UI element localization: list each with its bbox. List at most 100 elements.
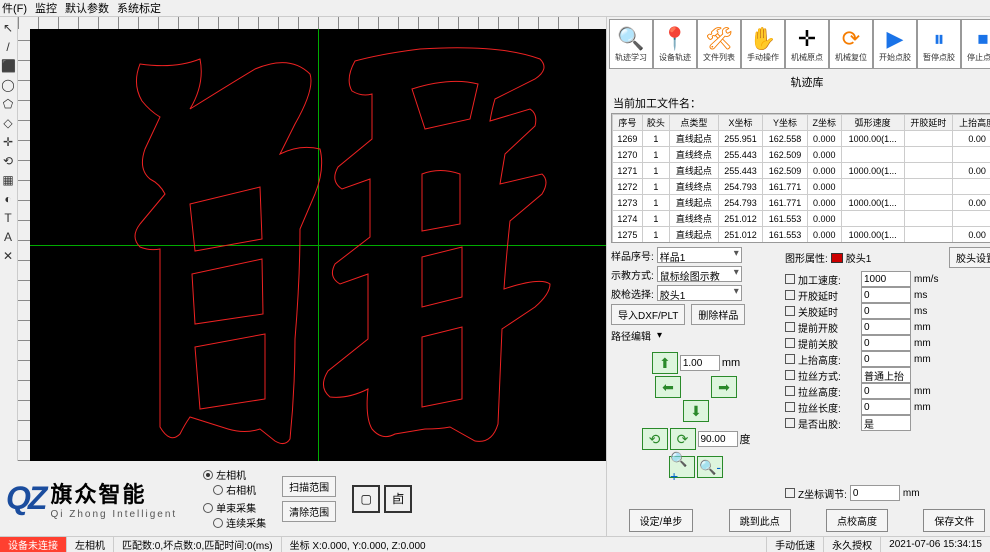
param-input-6[interactable] bbox=[861, 367, 911, 383]
bigbtn-机械原点[interactable]: ✛机械原点 bbox=[785, 19, 829, 69]
bigbtn-手动操作[interactable]: ✋手动操作 bbox=[741, 19, 785, 69]
jog-left[interactable]: ⬅ bbox=[655, 376, 681, 398]
ruler-vertical bbox=[18, 29, 30, 461]
canvas-footer: QZ 旗众智能 Qi Zhong Intelligent 左相机 右相机 单束采… bbox=[0, 461, 606, 536]
rotate-ccw[interactable]: ⟲ bbox=[642, 428, 668, 450]
radio-cont-capture[interactable] bbox=[213, 518, 223, 528]
menu-file[interactable]: 件(F) bbox=[2, 0, 27, 16]
table-row[interactable]: 12741直线终点251.012161.5530.000 bbox=[613, 211, 990, 227]
param-check-7[interactable] bbox=[785, 386, 795, 396]
bottom-button-row: 设定/单步 跳到此点 点校高度 保存文件 bbox=[607, 505, 990, 536]
z-adjust-check[interactable] bbox=[785, 488, 795, 498]
bigbtn-暂停点胶[interactable]: ⏸暂停点胶 bbox=[917, 19, 961, 69]
status-bar: 设备未连接 左相机 匹配数:0,坏点数:0,匹配时间:0(ms) 坐标 X:0.… bbox=[0, 536, 990, 552]
logo-cn: 旗众智能 bbox=[50, 477, 177, 509]
scan-range-button[interactable]: 扫描范围 bbox=[282, 476, 336, 497]
param-input-0[interactable] bbox=[861, 271, 911, 287]
calib-height-button[interactable]: 点校高度 bbox=[826, 509, 888, 532]
param-input-5[interactable] bbox=[861, 351, 911, 367]
radio-single-capture[interactable] bbox=[203, 503, 213, 513]
param-check-4[interactable] bbox=[785, 338, 795, 348]
menu-defaults[interactable]: 默认参数 bbox=[65, 0, 109, 16]
jog-up[interactable]: ⬆ bbox=[652, 352, 678, 374]
table-row[interactable]: 12721直线终点254.793161.7710.000 bbox=[613, 179, 990, 195]
import-button[interactable]: 导入DXF/PLT bbox=[611, 304, 685, 325]
menu-calib[interactable]: 系统标定 bbox=[117, 0, 161, 16]
radio-right-cam[interactable] bbox=[213, 485, 223, 495]
param-check-6[interactable] bbox=[785, 370, 795, 380]
bigbtn-轨迹学习[interactable]: 🔍轨迹学习 bbox=[609, 19, 653, 69]
tool-5[interactable]: ◇ bbox=[1, 116, 15, 130]
bigbtn-停止点胶[interactable]: ⏹停止点胶 bbox=[961, 19, 990, 69]
param-check-1[interactable] bbox=[785, 290, 795, 300]
status-auth: 永久授权 bbox=[823, 537, 880, 552]
tool-6[interactable]: ✛ bbox=[1, 135, 15, 149]
logo-mark: QZ bbox=[6, 480, 44, 517]
table-row[interactable]: 12691直线起点255.951162.5580.0001000.00(1...… bbox=[613, 131, 990, 147]
jog-down[interactable]: ⬇ bbox=[683, 400, 709, 422]
tool-9[interactable]: ◐ bbox=[1, 192, 15, 206]
menu-bar: 件(F) 监控 默认参数 系统标定 bbox=[0, 0, 990, 17]
zoom-out-icon[interactable]: 🔍- bbox=[697, 456, 723, 478]
jog-right[interactable]: ➡ bbox=[711, 376, 737, 398]
shape-color-swatch bbox=[831, 253, 843, 263]
set-step-button[interactable]: 设定/单步 bbox=[629, 509, 694, 532]
sample-select[interactable]: 样品1 bbox=[657, 247, 742, 263]
glue-head-button[interactable]: 胶头设置 bbox=[949, 247, 990, 268]
table-row[interactable]: 12731直线起点254.793161.7710.0001000.00(1...… bbox=[613, 195, 990, 211]
tool-3[interactable]: ◯ bbox=[1, 78, 15, 92]
cad-canvas[interactable] bbox=[30, 29, 606, 461]
zoom-in-icon[interactable]: 🔍+ bbox=[669, 456, 695, 478]
glyph-path bbox=[30, 29, 606, 461]
tool-1[interactable]: / bbox=[1, 40, 15, 54]
delete-sample-button[interactable]: 删除样品 bbox=[691, 304, 745, 325]
tool-10[interactable]: T bbox=[1, 211, 15, 225]
table-row[interactable]: 12701直线终点255.443162.5090.000 bbox=[613, 147, 990, 163]
param-input-1[interactable] bbox=[861, 287, 911, 303]
tool-11[interactable]: A bbox=[1, 230, 15, 244]
clear-range-button[interactable]: 清除范围 bbox=[282, 501, 336, 522]
tool-7[interactable]: ⟲ bbox=[1, 154, 15, 168]
status-device: 设备未连接 bbox=[0, 537, 66, 552]
param-check-3[interactable] bbox=[785, 322, 795, 332]
outline-icon-2[interactable]: 卣 bbox=[384, 485, 412, 513]
status-camera: 左相机 bbox=[66, 537, 113, 552]
goto-point-button[interactable]: 跳到此点 bbox=[729, 509, 791, 532]
radio-left-cam[interactable] bbox=[203, 470, 213, 480]
bigbtn-文件列表[interactable]: 🛠文件列表 bbox=[697, 19, 741, 69]
jog-angle-input[interactable] bbox=[698, 431, 738, 447]
teach-mode-select[interactable]: 鼠标绘图示教 bbox=[657, 266, 742, 282]
tool-2[interactable]: ⬛ bbox=[1, 59, 15, 73]
logo-en: Qi Zhong Intelligent bbox=[50, 509, 177, 520]
param-input-3[interactable] bbox=[861, 319, 911, 335]
param-check-8[interactable] bbox=[785, 402, 795, 412]
outline-icon-1[interactable]: ▢ bbox=[352, 485, 380, 513]
tool-palette: ↖ / ⬛ ◯ ⬠ ◇ ✛ ⟲ ▦ ◐ TA ✕ bbox=[0, 17, 18, 461]
tool-8[interactable]: ▦ bbox=[1, 173, 15, 187]
bigbtn-设备轨迹[interactable]: 📍设备轨迹 bbox=[653, 19, 697, 69]
table-row[interactable]: 12751直线起点251.012161.5530.0001000.00(1...… bbox=[613, 227, 990, 243]
glue-select[interactable]: 胶头1 bbox=[657, 285, 742, 301]
param-input-7[interactable] bbox=[861, 383, 911, 399]
z-adjust-input[interactable] bbox=[850, 485, 900, 501]
tool-0[interactable]: ↖ bbox=[1, 21, 15, 35]
param-check-0[interactable] bbox=[785, 274, 795, 284]
bigbtn-开始点胶[interactable]: ▶开始点胶 bbox=[873, 19, 917, 69]
param-input-9[interactable] bbox=[861, 415, 911, 431]
param-input-4[interactable] bbox=[861, 335, 911, 351]
table-row[interactable]: 12711直线起点255.443162.5090.0001000.00(1...… bbox=[613, 163, 990, 179]
param-input-8[interactable] bbox=[861, 399, 911, 415]
save-file-button[interactable]: 保存文件 bbox=[923, 509, 985, 532]
param-check-2[interactable] bbox=[785, 306, 795, 316]
menu-monitor[interactable]: 监控 bbox=[35, 0, 57, 16]
bigbtn-机械复位[interactable]: ⟳机械复位 bbox=[829, 19, 873, 69]
jog-step-input[interactable] bbox=[680, 355, 720, 371]
tool-4[interactable]: ⬠ bbox=[1, 97, 15, 111]
track-lib-label: 轨迹库 bbox=[607, 71, 990, 93]
rotate-cw[interactable]: ⟳ bbox=[670, 428, 696, 450]
param-input-2[interactable] bbox=[861, 303, 911, 319]
big-toolbar: 🔍轨迹学习📍设备轨迹🛠文件列表✋手动操作✛机械原点⟳机械复位▶开始点胶⏸暂停点胶… bbox=[607, 17, 990, 71]
param-check-9[interactable] bbox=[785, 418, 795, 428]
tool-12[interactable]: ✕ bbox=[1, 249, 15, 263]
param-check-5[interactable] bbox=[785, 354, 795, 364]
